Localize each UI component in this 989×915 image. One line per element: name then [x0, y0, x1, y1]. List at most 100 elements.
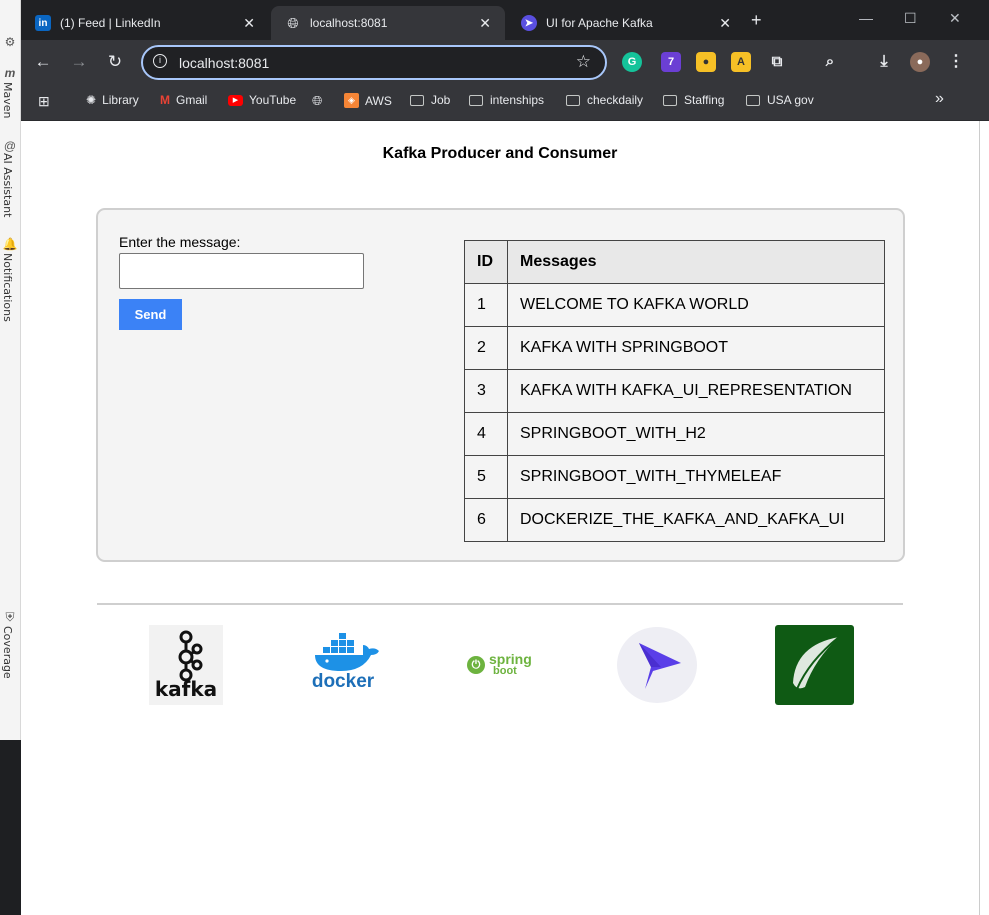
- youtube-icon: ▶: [228, 94, 243, 106]
- docker-logo: docker: [305, 633, 381, 697]
- translate-icon[interactable]: A: [731, 52, 751, 72]
- coverage-panel-label[interactable]: Coverage: [1, 626, 14, 679]
- folder-icon: [566, 94, 580, 106]
- table-header-row: ID Messages: [464, 240, 885, 284]
- bookmark-label: USA gov: [767, 93, 814, 107]
- kafka-logo: kafka: [149, 625, 223, 705]
- kafka-ui-logo: [617, 627, 697, 703]
- ide-terminal-area: [0, 740, 21, 915]
- tab-linkedin[interactable]: in (1) Feed | LinkedIn ✕: [21, 6, 269, 40]
- aws-icon: ◈: [344, 93, 359, 108]
- bookmark-label: Library: [102, 93, 139, 107]
- site-info-icon[interactable]: i: [153, 54, 167, 68]
- folder-icon: [663, 94, 677, 106]
- tab-title: UI for Apache Kafka: [546, 16, 653, 30]
- bookmark-youtube[interactable]: ▶ YouTube: [228, 93, 296, 107]
- reload-icon[interactable]: ↻: [104, 52, 126, 72]
- boot-logo-text: boot: [493, 665, 517, 677]
- ai-assistant-icon[interactable]: @: [2, 138, 18, 154]
- bookmark-folder-usa-gov[interactable]: USA gov: [746, 93, 814, 107]
- bookmark-folder-intenships[interactable]: intenships: [469, 93, 544, 107]
- bookmark-star-icon[interactable]: ☆: [576, 52, 591, 72]
- folder-icon: [746, 94, 760, 106]
- send-button[interactable]: Send: [119, 299, 182, 330]
- table-row: 3 KAFKA WITH KAFKA_UI_REPRESENTATION: [464, 369, 885, 413]
- ai-assistant-panel-label[interactable]: AI Assistant: [1, 153, 14, 217]
- maven-icon[interactable]: m: [2, 65, 18, 81]
- bookmark-folder-staffing[interactable]: Staffing: [663, 93, 724, 107]
- cell-message: DOCKERIZE_THE_KAFKA_AND_KAFKA_UI: [507, 498, 885, 542]
- linkedin-icon: in: [35, 15, 51, 31]
- tab-search-icon[interactable]: ⌕: [820, 52, 840, 72]
- gmail-icon: M: [160, 93, 170, 107]
- docker-whale-icon: [315, 633, 379, 671]
- tab-localhost[interactable]: 🌐︎ localhost:8081 ✕: [271, 6, 505, 40]
- notifications-icon[interactable]: 🔔: [2, 236, 18, 252]
- power-icon: ⏻: [467, 656, 485, 674]
- openai-icon: ✺: [86, 93, 97, 107]
- browser-tab-bar: in (1) Feed | LinkedIn ✕ 🌐︎ localhost:80…: [21, 0, 989, 40]
- cell-message: KAFKA WITH KAFKA_UI_REPRESENTATION: [507, 369, 885, 413]
- message-label: Enter the message:: [119, 234, 241, 250]
- browser-toolbar: ← → ↻ i localhost:8081 ☆ G 7 ● A ⧉ ⌕ ⤓ ●…: [21, 40, 989, 86]
- thymeleaf-leaf-icon: [793, 636, 840, 690]
- new-tab-button[interactable]: +: [751, 10, 762, 31]
- notifications-panel-label[interactable]: Notifications: [1, 253, 14, 322]
- settings-icon[interactable]: ⚙: [2, 34, 18, 50]
- cell-id: 4: [464, 412, 508, 456]
- bookmark-globe[interactable]: 🌐︎: [312, 93, 328, 109]
- globe-icon: 🌐︎: [287, 14, 299, 31]
- table-row: 4 SPRINGBOOT_WITH_H2: [464, 412, 885, 456]
- cell-id: 5: [464, 455, 508, 499]
- bookmark-label: Staffing: [684, 93, 725, 107]
- bookmark-label: AWS: [365, 93, 392, 108]
- maximize-icon[interactable]: ☐: [904, 10, 917, 27]
- side-panel-edge: [979, 121, 989, 915]
- message-input[interactable]: [119, 253, 364, 289]
- bookmark-gmail[interactable]: M Gmail: [160, 93, 207, 107]
- bookmark-label: Job: [431, 93, 451, 107]
- cell-message: SPRINGBOOT_WITH_H2: [507, 412, 885, 456]
- download-icon[interactable]: ⤓: [874, 52, 894, 72]
- bookmark-folder-checkdaily[interactable]: checkdaily: [566, 93, 643, 107]
- docker-logo-text: docker: [311, 671, 375, 692]
- avatar[interactable]: ●: [910, 52, 930, 72]
- window-close-icon[interactable]: ✕: [949, 10, 961, 27]
- bookmark-label: checkdaily: [587, 93, 644, 107]
- bookmark-library[interactable]: ✺ Library: [86, 93, 139, 107]
- bookmark-label: intenships: [490, 93, 545, 107]
- grammarly-icon[interactable]: G: [622, 52, 642, 72]
- back-icon[interactable]: ←: [32, 52, 54, 72]
- close-icon[interactable]: ✕: [719, 15, 731, 32]
- forward-icon[interactable]: →: [68, 52, 90, 72]
- cell-id: 2: [464, 326, 508, 370]
- menu-icon[interactable]: ⋮: [946, 52, 966, 72]
- table-row: 5 SPRINGBOOT_WITH_THYMELEAF: [464, 455, 885, 499]
- bookmark-label: Gmail: [176, 93, 208, 107]
- tab-kafka-ui[interactable]: ➤ UI for Apache Kafka ✕: [507, 6, 745, 40]
- minimize-icon[interactable]: —: [859, 10, 873, 26]
- folder-icon: [469, 94, 483, 106]
- address-bar[interactable]: i localhost:8081 ☆: [141, 45, 607, 80]
- extension-badge-icon[interactable]: 7: [661, 52, 681, 72]
- bookmark-aws[interactable]: ◈ AWS: [344, 93, 392, 108]
- maven-panel-label[interactable]: Maven: [1, 82, 14, 118]
- cell-message: KAFKA WITH SPRINGBOOT: [507, 326, 885, 370]
- keep-icon[interactable]: ●: [696, 52, 716, 72]
- close-icon[interactable]: ✕: [479, 15, 491, 32]
- producer-consumer-card: Enter the message: Send ID Messages 1 WEL…: [96, 208, 905, 562]
- close-icon[interactable]: ✕: [243, 15, 255, 32]
- cell-id: 6: [464, 498, 508, 542]
- more-bookmarks-icon[interactable]: »: [935, 90, 944, 108]
- url-text[interactable]: localhost:8081: [179, 55, 269, 71]
- apps-icon[interactable]: ⊞: [38, 93, 56, 110]
- coverage-icon[interactable]: ⛨: [2, 609, 18, 625]
- tab-title: (1) Feed | LinkedIn: [60, 16, 161, 30]
- kafka-ui-icon: [639, 643, 681, 689]
- spring-boot-logo: ⏻ spring boot: [467, 649, 537, 681]
- cell-id: 3: [464, 369, 508, 413]
- extensions-icon[interactable]: ⧉: [767, 52, 787, 72]
- tab-title: localhost:8081: [310, 16, 388, 30]
- bookmark-folder-job[interactable]: Job: [410, 93, 450, 107]
- folder-icon: [410, 94, 424, 106]
